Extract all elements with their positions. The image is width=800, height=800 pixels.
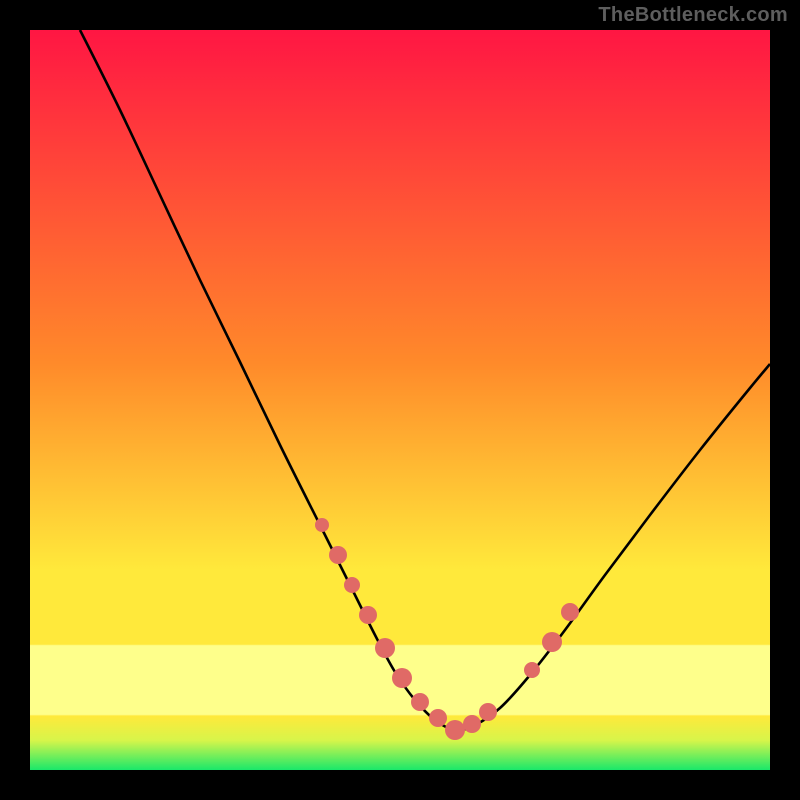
highlight-dot [411,693,429,711]
highlight-dot [542,632,562,652]
highlight-dot [463,715,481,733]
highlight-dot [359,606,377,624]
highlight-dot [344,577,360,593]
highlight-dot [429,709,447,727]
highlight-dot [392,668,412,688]
highlight-dot [329,546,347,564]
bottleneck-curve [80,30,770,730]
highlight-dot [375,638,395,658]
plot-area [30,30,770,770]
highlight-dots-group [315,518,579,740]
watermark-text: TheBottleneck.com [598,4,788,27]
highlight-dot [561,603,579,621]
highlight-dot [315,518,329,532]
highlight-dot [479,703,497,721]
gradient-background [30,30,770,770]
chart-svg [30,30,770,770]
highlight-dot [524,662,540,678]
highlight-dot [445,720,465,740]
chart-frame: TheBottleneck.com [0,0,800,800]
